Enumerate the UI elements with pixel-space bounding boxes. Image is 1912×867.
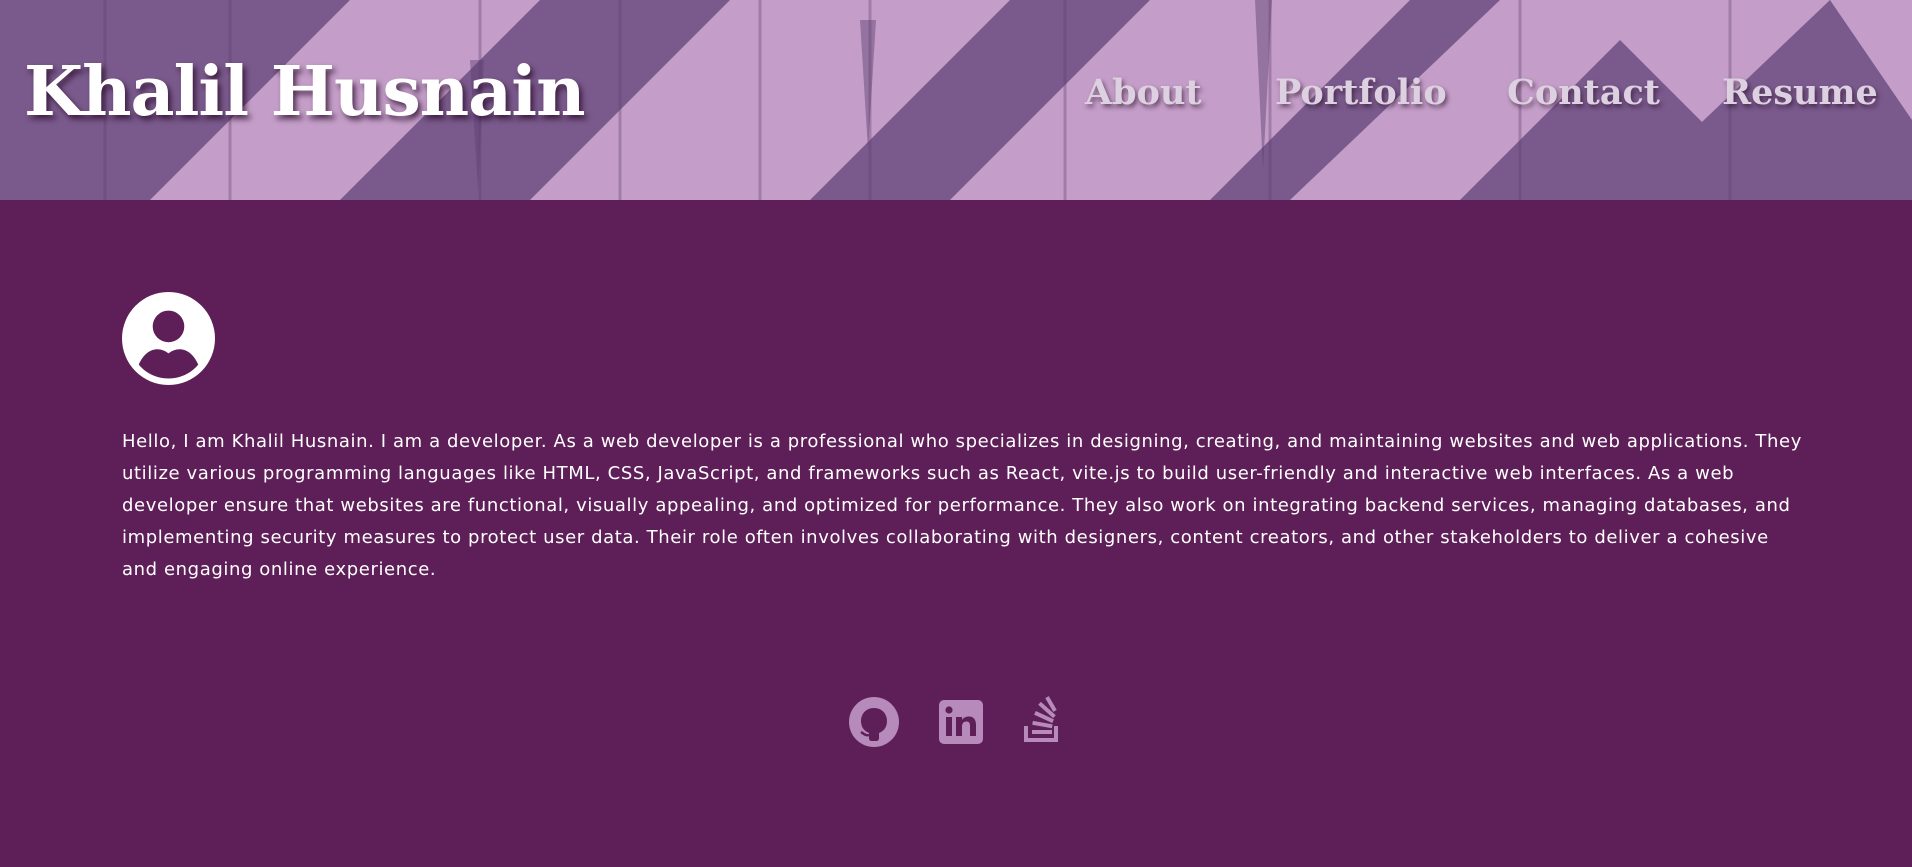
github-icon[interactable] (848, 696, 900, 748)
bio-paragraph: Hello, I am Khalil Husnain. I am a devel… (122, 431, 1802, 580)
social-links (0, 696, 1912, 748)
main-nav: About Portfolio Contact Resume (0, 72, 1912, 122)
stack-overflow-icon[interactable] (1016, 696, 1068, 748)
linkedin-icon[interactable] (935, 696, 987, 748)
user-circle-icon (122, 292, 215, 385)
nav-link-about[interactable]: About (1085, 72, 1202, 113)
site-header: Khalil Husnain About Portfolio Contact R… (0, 0, 1912, 200)
nav-link-resume[interactable]: Resume (1722, 72, 1878, 113)
nav-link-portfolio[interactable]: Portfolio (1275, 72, 1447, 113)
nav-link-contact[interactable]: Contact (1507, 72, 1660, 113)
